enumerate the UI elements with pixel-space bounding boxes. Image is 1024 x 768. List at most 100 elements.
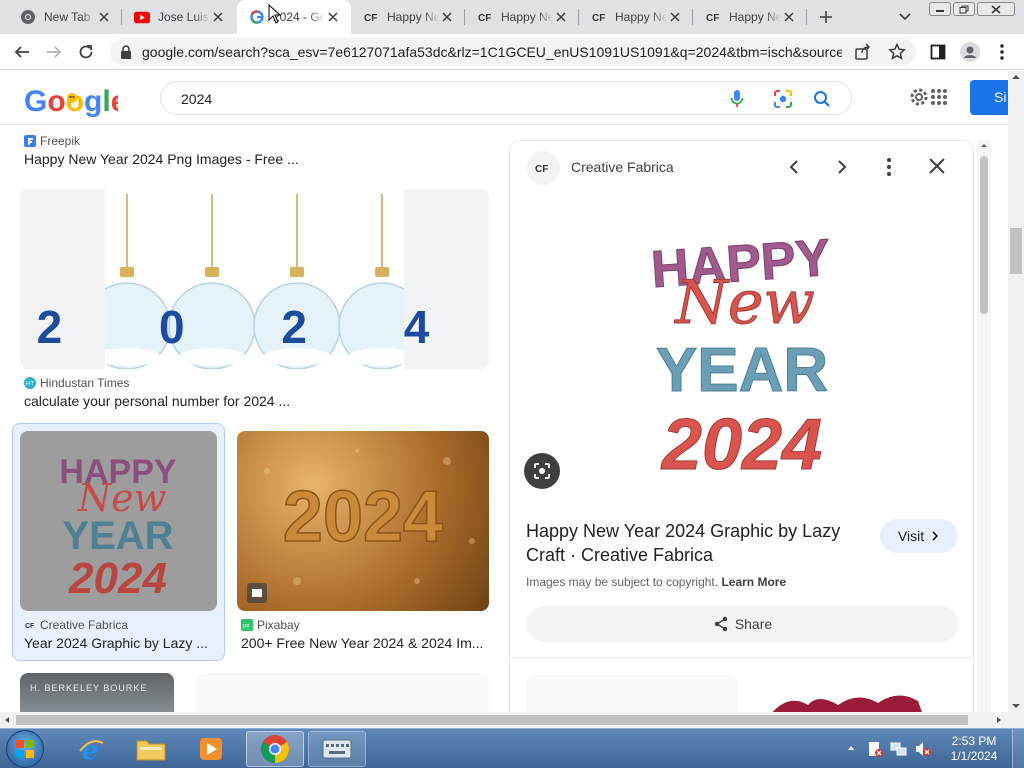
copyright-text: Images may be subject to copyright. <box>526 575 719 589</box>
microphone-icon[interactable] <box>729 89 745 109</box>
creative-fabrica-icon: CF <box>363 9 379 25</box>
happy-new-year-thumb: HAPPY New YEAR 2024 <box>59 453 176 603</box>
apps-grid-icon[interactable] <box>930 88 948 106</box>
chevron-down-icon <box>899 13 911 21</box>
result-title[interactable]: 200+ Free New Year 2024 & 2024 Im... <box>241 635 486 651</box>
source-name: Freepik <box>40 134 81 148</box>
scroll-up-icon[interactable] <box>977 140 991 150</box>
restore-button[interactable] <box>953 2 975 16</box>
result-source[interactable]: HT Hindustan Times <box>24 376 129 390</box>
chevron-up-icon <box>848 746 854 750</box>
search-input[interactable]: 2024 <box>181 91 212 107</box>
close-tab-icon[interactable] <box>439 9 455 25</box>
reload-button[interactable] <box>74 40 98 64</box>
happy-new-year-image: HAPPY New YEAR 2024 <box>649 228 833 485</box>
result-title[interactable]: Year 2024 Graphic by Lazy ... <box>24 635 214 651</box>
result-image-ornaments[interactable]: 2 0 2 4 <box>20 189 489 369</box>
side-panel-button[interactable] <box>926 40 950 64</box>
tab-creative-fabrica-1[interactable]: CF Happy Ne <box>351 0 465 34</box>
back-button[interactable] <box>10 40 34 64</box>
result-image-loading[interactable] <box>196 673 489 712</box>
volume-muted-icon[interactable] <box>914 740 932 758</box>
more-options-button[interactable] <box>886 157 892 177</box>
minimize-button[interactable] <box>929 2 951 16</box>
scroll-left-icon[interactable] <box>2 715 12 725</box>
result-source[interactable]: px Pixabay <box>241 618 300 632</box>
close-tab-icon[interactable] <box>325 9 341 25</box>
start-button[interactable] <box>6 730 44 768</box>
close-window-button[interactable] <box>977 2 1015 16</box>
share-page-icon[interactable] <box>854 43 872 61</box>
profile-button[interactable] <box>958 40 982 64</box>
tab-title: New Tab <box>44 10 91 24</box>
tab-google-search[interactable]: 2024 - Go <box>237 0 351 34</box>
panel-scrollbar[interactable] <box>977 140 991 712</box>
related-image[interactable] <box>748 675 960 712</box>
more-vertical-icon <box>887 158 891 176</box>
panel-scroll-thumb[interactable] <box>980 156 988 314</box>
browser-menu-button[interactable] <box>990 40 1014 64</box>
system-clock[interactable]: 2:53 PM 1/1/2024 <box>946 734 1002 764</box>
show-hidden-icons-button[interactable] <box>846 743 856 753</box>
tab-youtube[interactable]: Jose Luis <box>122 0 236 34</box>
action-center-icon[interactable] <box>866 740 884 758</box>
reload-icon <box>79 45 93 59</box>
tab-creative-fabrica-4[interactable]: CF Happy Ne <box>693 0 807 34</box>
close-tab-icon[interactable] <box>781 9 797 25</box>
search-box[interactable]: 2024 <box>160 81 852 115</box>
forward-button[interactable] <box>42 40 66 64</box>
panel-image-title[interactable]: Happy New Year 2024 Graphic by Lazy Craf… <box>526 519 866 567</box>
show-desktop-button[interactable] <box>1012 729 1024 768</box>
result-image-happy-new-year[interactable]: HAPPY New YEAR 2024 <box>20 431 217 611</box>
freepik-icon <box>24 135 36 147</box>
result-image-gold-2024[interactable]: 2024 <box>237 431 489 611</box>
lock-icon[interactable] <box>120 45 132 59</box>
new-tab-button[interactable] <box>816 7 836 27</box>
tab-creative-fabrica-3[interactable]: CF Happy Ne <box>579 0 693 34</box>
scroll-down-icon[interactable] <box>1008 700 1024 712</box>
page-scroll-thumb[interactable] <box>1010 228 1022 274</box>
settings-gear-icon[interactable] <box>908 86 930 108</box>
taskbar-internet-explorer[interactable]: e <box>62 731 120 767</box>
horizontal-scroll-thumb[interactable] <box>16 715 968 725</box>
result-source[interactable]: Freepik <box>24 134 80 148</box>
share-button[interactable]: Share <box>526 606 959 642</box>
visit-button[interactable]: Visit <box>880 519 958 553</box>
taskbar-chrome[interactable] <box>246 731 304 767</box>
scroll-right-icon[interactable] <box>994 715 1004 725</box>
network-icon[interactable] <box>890 740 908 758</box>
close-tab-icon[interactable] <box>210 9 226 25</box>
close-tab-icon[interactable] <box>667 9 683 25</box>
result-title[interactable]: Happy New Year 2024 Png Images - Free ..… <box>24 151 484 167</box>
horizontal-scrollbar[interactable] <box>0 712 1024 728</box>
svg-text:CF: CF <box>706 13 719 24</box>
result-source[interactable]: CF Creative Fabrica <box>24 618 128 632</box>
result-image-book-cover[interactable]: H. BERKELEY BOURKE <box>20 673 174 712</box>
google-lens-icon[interactable] <box>773 89 793 109</box>
panel-main-image[interactable]: HAPPY New YEAR 2024 <box>610 201 875 491</box>
tab-search-button[interactable] <box>896 9 914 25</box>
result-title[interactable]: calculate your personal number for 2024 … <box>24 393 484 409</box>
svg-text:2024: 2024 <box>660 405 822 485</box>
scroll-up-icon[interactable] <box>1008 71 1024 83</box>
tab-creative-fabrica-2[interactable]: CF Happy Ne <box>465 0 579 34</box>
taskbar-on-screen-keyboard[interactable] <box>308 731 366 767</box>
close-panel-button[interactable] <box>928 157 946 175</box>
page-scrollbar[interactable] <box>1008 71 1024 712</box>
close-tab-icon[interactable] <box>553 9 569 25</box>
taskbar-file-explorer[interactable] <box>122 731 180 767</box>
bookmark-star-icon[interactable] <box>888 43 906 61</box>
google-doodle-logo[interactable]: Google <box>24 84 118 118</box>
divider <box>510 657 973 658</box>
taskbar-media-player[interactable] <box>182 731 240 767</box>
learn-more-link[interactable]: Learn More <box>721 575 786 589</box>
close-tab-icon[interactable] <box>96 9 112 25</box>
next-image-button[interactable] <box>832 157 852 177</box>
address-bar[interactable]: google.com/search?sca_esv=7e6127071afa53… <box>110 38 916 66</box>
panel-source-name[interactable]: Creative Fabrica <box>571 159 674 175</box>
previous-image-button[interactable] <box>784 157 804 177</box>
related-image[interactable] <box>526 675 738 712</box>
tab-new-tab[interactable]: New Tab <box>0 0 122 34</box>
search-icon[interactable] <box>813 90 831 108</box>
google-lens-button[interactable] <box>524 453 560 489</box>
